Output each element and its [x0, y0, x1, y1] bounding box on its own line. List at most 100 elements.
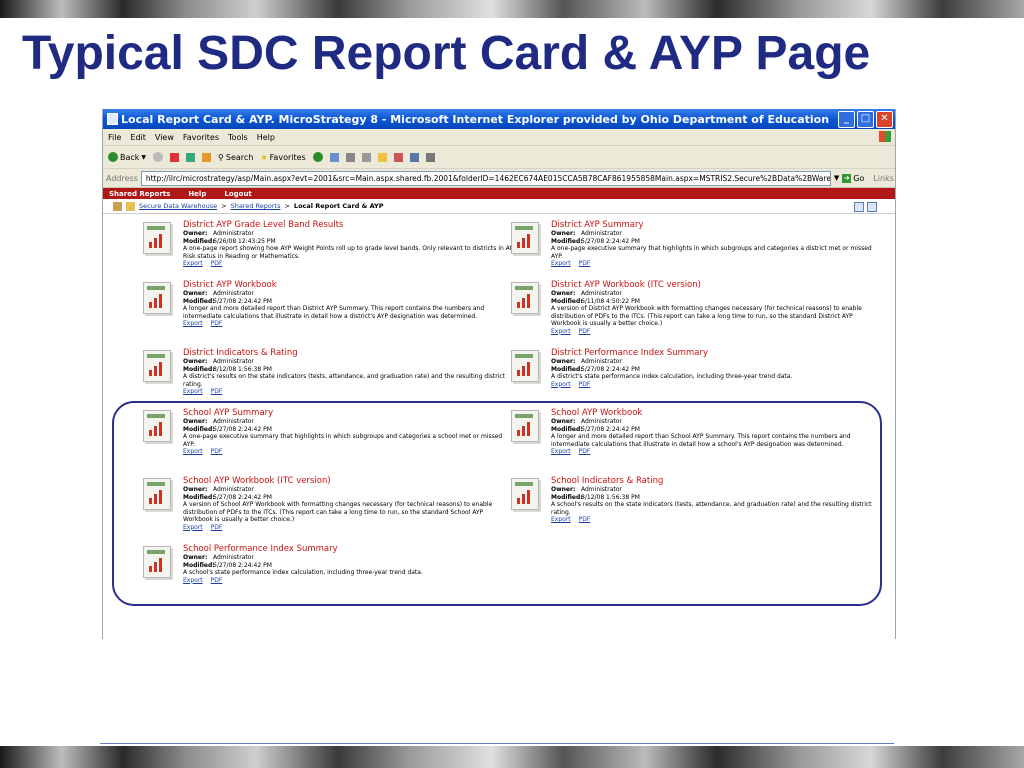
export-link[interactable]: Export	[551, 260, 571, 267]
report-title[interactable]: District AYP Workbook	[183, 280, 513, 290]
menu-file[interactable]: File	[108, 133, 121, 142]
report-title[interactable]: School AYP Workbook	[551, 408, 881, 418]
forward-arrow-icon[interactable]	[153, 152, 164, 162]
report-modified: Modified:5/27/08 2:24:42 PM	[183, 425, 272, 433]
report-item: District Performance Index Summary Owner:…	[511, 348, 881, 389]
export-link[interactable]: Export	[183, 320, 203, 327]
print-icon[interactable]	[361, 152, 371, 162]
report-title[interactable]: District AYP Grade Level Band Results	[183, 220, 513, 230]
windows-logo-icon	[879, 131, 891, 142]
home-folder-icon[interactable]	[113, 201, 122, 211]
search-button[interactable]: ⚲ Search	[218, 153, 253, 162]
report-item: School AYP Workbook (ITC version) Owner: A…	[143, 476, 513, 532]
view-list-icon[interactable]	[867, 202, 877, 212]
home-icon[interactable]	[202, 152, 212, 162]
breadcrumb-shared-reports[interactable]: Shared Reports	[231, 202, 281, 210]
pdf-link[interactable]: PDF	[579, 448, 591, 455]
pdf-link[interactable]: PDF	[211, 524, 223, 531]
report-owner: Owner: Administrator	[183, 418, 254, 425]
discuss-icon[interactable]	[393, 152, 403, 162]
menu-help[interactable]: Help	[257, 133, 275, 142]
breadcrumb-secure-data-warehouse[interactable]: Secure Data Warehouse	[139, 202, 217, 210]
menu-view[interactable]: View	[155, 133, 174, 142]
export-link[interactable]: Export	[183, 448, 203, 455]
report-owner: Owner: Administrator	[551, 230, 622, 237]
report-links: Export PDF	[551, 328, 881, 336]
report-links: Export PDF	[551, 260, 881, 268]
minimize-button[interactable]: _	[838, 111, 855, 128]
pdf-link[interactable]: PDF	[211, 388, 223, 395]
report-links: Export PDF	[183, 260, 513, 268]
go-button[interactable]: ➜ Go	[842, 173, 864, 183]
history-icon[interactable]	[329, 152, 339, 162]
report-description: A school's state performance index calcu…	[183, 569, 423, 576]
pdf-link[interactable]: PDF	[211, 448, 223, 455]
export-link[interactable]: Export	[551, 328, 571, 335]
nav-help[interactable]: Help	[188, 190, 206, 198]
favorites-button[interactable]: ★ Favorites	[260, 153, 305, 162]
report-chart-icon[interactable]	[143, 282, 171, 314]
report-title[interactable]: School AYP Summary	[183, 408, 513, 418]
pdf-link[interactable]: PDF	[579, 381, 591, 388]
export-link[interactable]: Export	[551, 448, 571, 455]
report-chart-icon[interactable]	[143, 222, 171, 254]
address-input[interactable]: http://ilrc/microstrategy/asp/Main.aspx?…	[140, 170, 831, 186]
folder-icon	[126, 201, 135, 211]
report-title[interactable]: School Indicators & Rating	[551, 476, 881, 486]
export-link[interactable]: Export	[551, 381, 571, 388]
menu-tools[interactable]: Tools	[228, 133, 248, 142]
report-title[interactable]: School AYP Workbook (ITC version)	[183, 476, 513, 486]
report-chart-icon[interactable]	[511, 222, 539, 254]
pdf-link[interactable]: PDF	[211, 320, 223, 327]
export-link[interactable]: Export	[551, 516, 571, 523]
report-chart-icon[interactable]	[143, 350, 171, 382]
stop-icon[interactable]	[170, 152, 180, 162]
report-title[interactable]: District AYP Summary	[551, 220, 881, 230]
maximize-button[interactable]: □	[857, 111, 874, 128]
report-links: Export PDF	[551, 516, 881, 524]
view-details-icon[interactable]	[854, 202, 864, 212]
nav-shared-reports[interactable]: Shared Reports	[109, 190, 170, 198]
report-chart-icon[interactable]	[511, 478, 539, 510]
report-chart-icon[interactable]	[143, 546, 171, 578]
messenger-icon[interactable]	[425, 152, 435, 162]
edit-icon[interactable]	[377, 152, 387, 162]
report-chart-icon[interactable]	[511, 350, 539, 382]
report-item: District AYP Workbook (ITC version) Owner…	[511, 280, 881, 336]
back-dropdown-icon[interactable]: ▼	[141, 154, 146, 161]
pdf-link[interactable]: PDF	[579, 328, 591, 335]
mail-icon[interactable]	[345, 152, 355, 162]
export-link[interactable]: Export	[183, 260, 203, 267]
export-link[interactable]: Export	[183, 577, 203, 584]
report-item: School AYP Summary Owner: Administrator Mod…	[143, 408, 513, 456]
report-title[interactable]: School Performance Index Summary	[183, 544, 513, 554]
menu-edit[interactable]: Edit	[130, 133, 146, 142]
refresh-icon[interactable]	[186, 152, 196, 162]
report-title[interactable]: District Performance Index Summary	[551, 348, 881, 358]
report-owner: Owner: Administrator	[551, 358, 622, 365]
close-button[interactable]: ✕	[876, 111, 893, 128]
nav-logout[interactable]: Logout	[224, 190, 251, 198]
report-chart-icon[interactable]	[511, 410, 539, 442]
window-titlebar[interactable]: Local Report Card & AYP. MicroStrategy 8…	[103, 109, 895, 129]
export-link[interactable]: Export	[183, 524, 203, 531]
pdf-link[interactable]: PDF	[579, 516, 591, 523]
report-chart-icon[interactable]	[511, 282, 539, 314]
browser-toolbar: Back ▼ ⚲ Search ★ Favorites	[103, 146, 895, 169]
report-chart-icon[interactable]	[143, 478, 171, 510]
export-link[interactable]: Export	[183, 388, 203, 395]
back-button[interactable]: Back ▼	[108, 152, 146, 162]
report-chart-icon[interactable]	[143, 410, 171, 442]
menu-favorites[interactable]: Favorites	[183, 133, 219, 142]
pdf-link[interactable]: PDF	[211, 577, 223, 584]
report-links: Export PDF	[183, 320, 513, 328]
media-icon[interactable]	[312, 152, 323, 162]
links-button[interactable]: Links	[873, 174, 894, 183]
report-title[interactable]: District AYP Workbook (ITC version)	[551, 280, 881, 290]
pdf-link[interactable]: PDF	[211, 260, 223, 267]
report-links: Export PDF	[551, 448, 881, 456]
pdf-link[interactable]: PDF	[579, 260, 591, 267]
report-title[interactable]: District Indicators & Rating	[183, 348, 513, 358]
address-dropdown-icon[interactable]: ▼	[834, 174, 839, 182]
research-icon[interactable]	[409, 152, 419, 162]
